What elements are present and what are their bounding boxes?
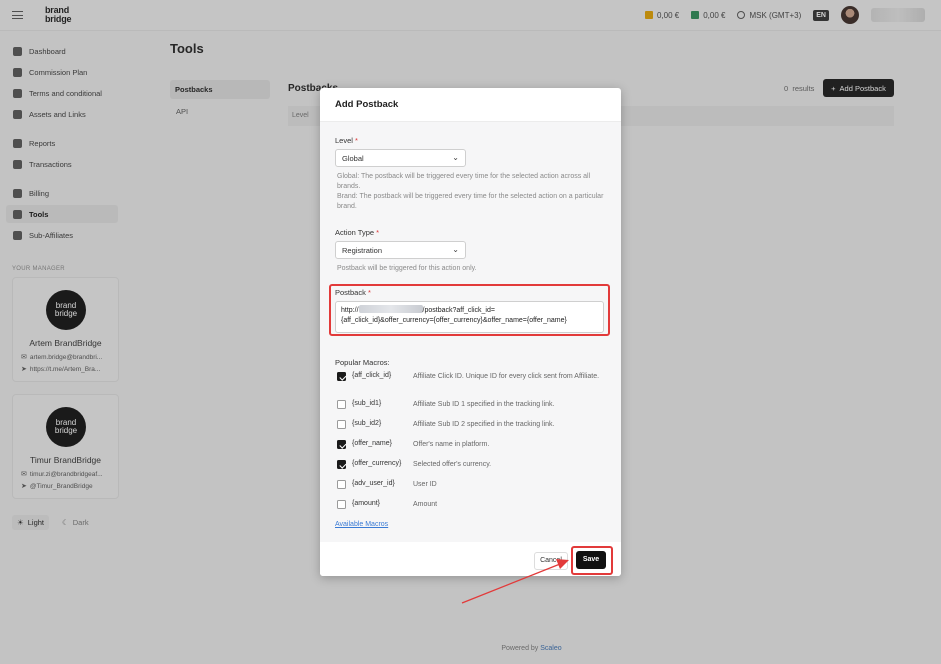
macro-row[interactable]: {offer_currency} Selected offer's curren… — [335, 459, 605, 473]
macro-row[interactable]: {aff_click_id} Affiliate Click ID. Uniqu… — [335, 371, 605, 385]
level-label: Level * — [335, 136, 358, 145]
level-hint-brand: Brand: The postback will be triggered ev… — [337, 193, 604, 210]
macro-row[interactable]: {adv_user_id} User ID — [335, 479, 605, 493]
redacted-domain — [358, 305, 423, 313]
macro-checkbox[interactable] — [337, 480, 346, 489]
chevron-down-icon: ⌄ — [452, 153, 459, 162]
level-hint-global: Global: The postback will be triggered e… — [337, 173, 591, 190]
macro-row[interactable]: {amount} Amount — [335, 499, 605, 513]
chevron-down-icon: ⌄ — [452, 245, 459, 254]
action-type-label: Action Type * — [335, 228, 380, 237]
level-select[interactable]: Global ⌄ — [335, 149, 466, 167]
action-type-select[interactable]: Registration ⌄ — [335, 241, 466, 259]
macro-row[interactable]: {offer_name} Offer's name in platform. — [335, 439, 605, 453]
macro-checkbox[interactable] — [337, 400, 346, 409]
dialog-title: Add Postback — [320, 88, 621, 122]
macro-checkbox[interactable] — [337, 372, 346, 381]
macros-label: Popular Macros: — [335, 358, 390, 367]
available-macros-link[interactable]: Available Macros — [335, 521, 388, 528]
action-type-hint: Postback will be triggered for this acti… — [337, 265, 477, 272]
add-postback-dialog: Add Postback Level * Global ⌄ Global: Th… — [320, 88, 621, 576]
postback-url-field[interactable]: http:///postback?aff_click_id= {aff_clic… — [335, 301, 604, 333]
cancel-button[interactable]: Cancel — [534, 552, 568, 570]
macro-row[interactable]: {sub_id1} Affiliate Sub ID 1 specified i… — [335, 399, 605, 413]
postback-label: Postback * — [335, 288, 371, 297]
dialog-body: Level * Global ⌄ Global: The postback wi… — [320, 122, 621, 542]
macro-checkbox[interactable] — [337, 420, 346, 429]
macro-row[interactable]: {sub_id2} Affiliate Sub ID 2 specified i… — [335, 419, 605, 433]
macro-checkbox[interactable] — [337, 440, 346, 449]
save-button[interactable]: Save — [576, 551, 606, 569]
dialog-footer: Cancel Save — [320, 542, 621, 576]
macro-checkbox[interactable] — [337, 460, 346, 469]
macro-checkbox[interactable] — [337, 500, 346, 509]
